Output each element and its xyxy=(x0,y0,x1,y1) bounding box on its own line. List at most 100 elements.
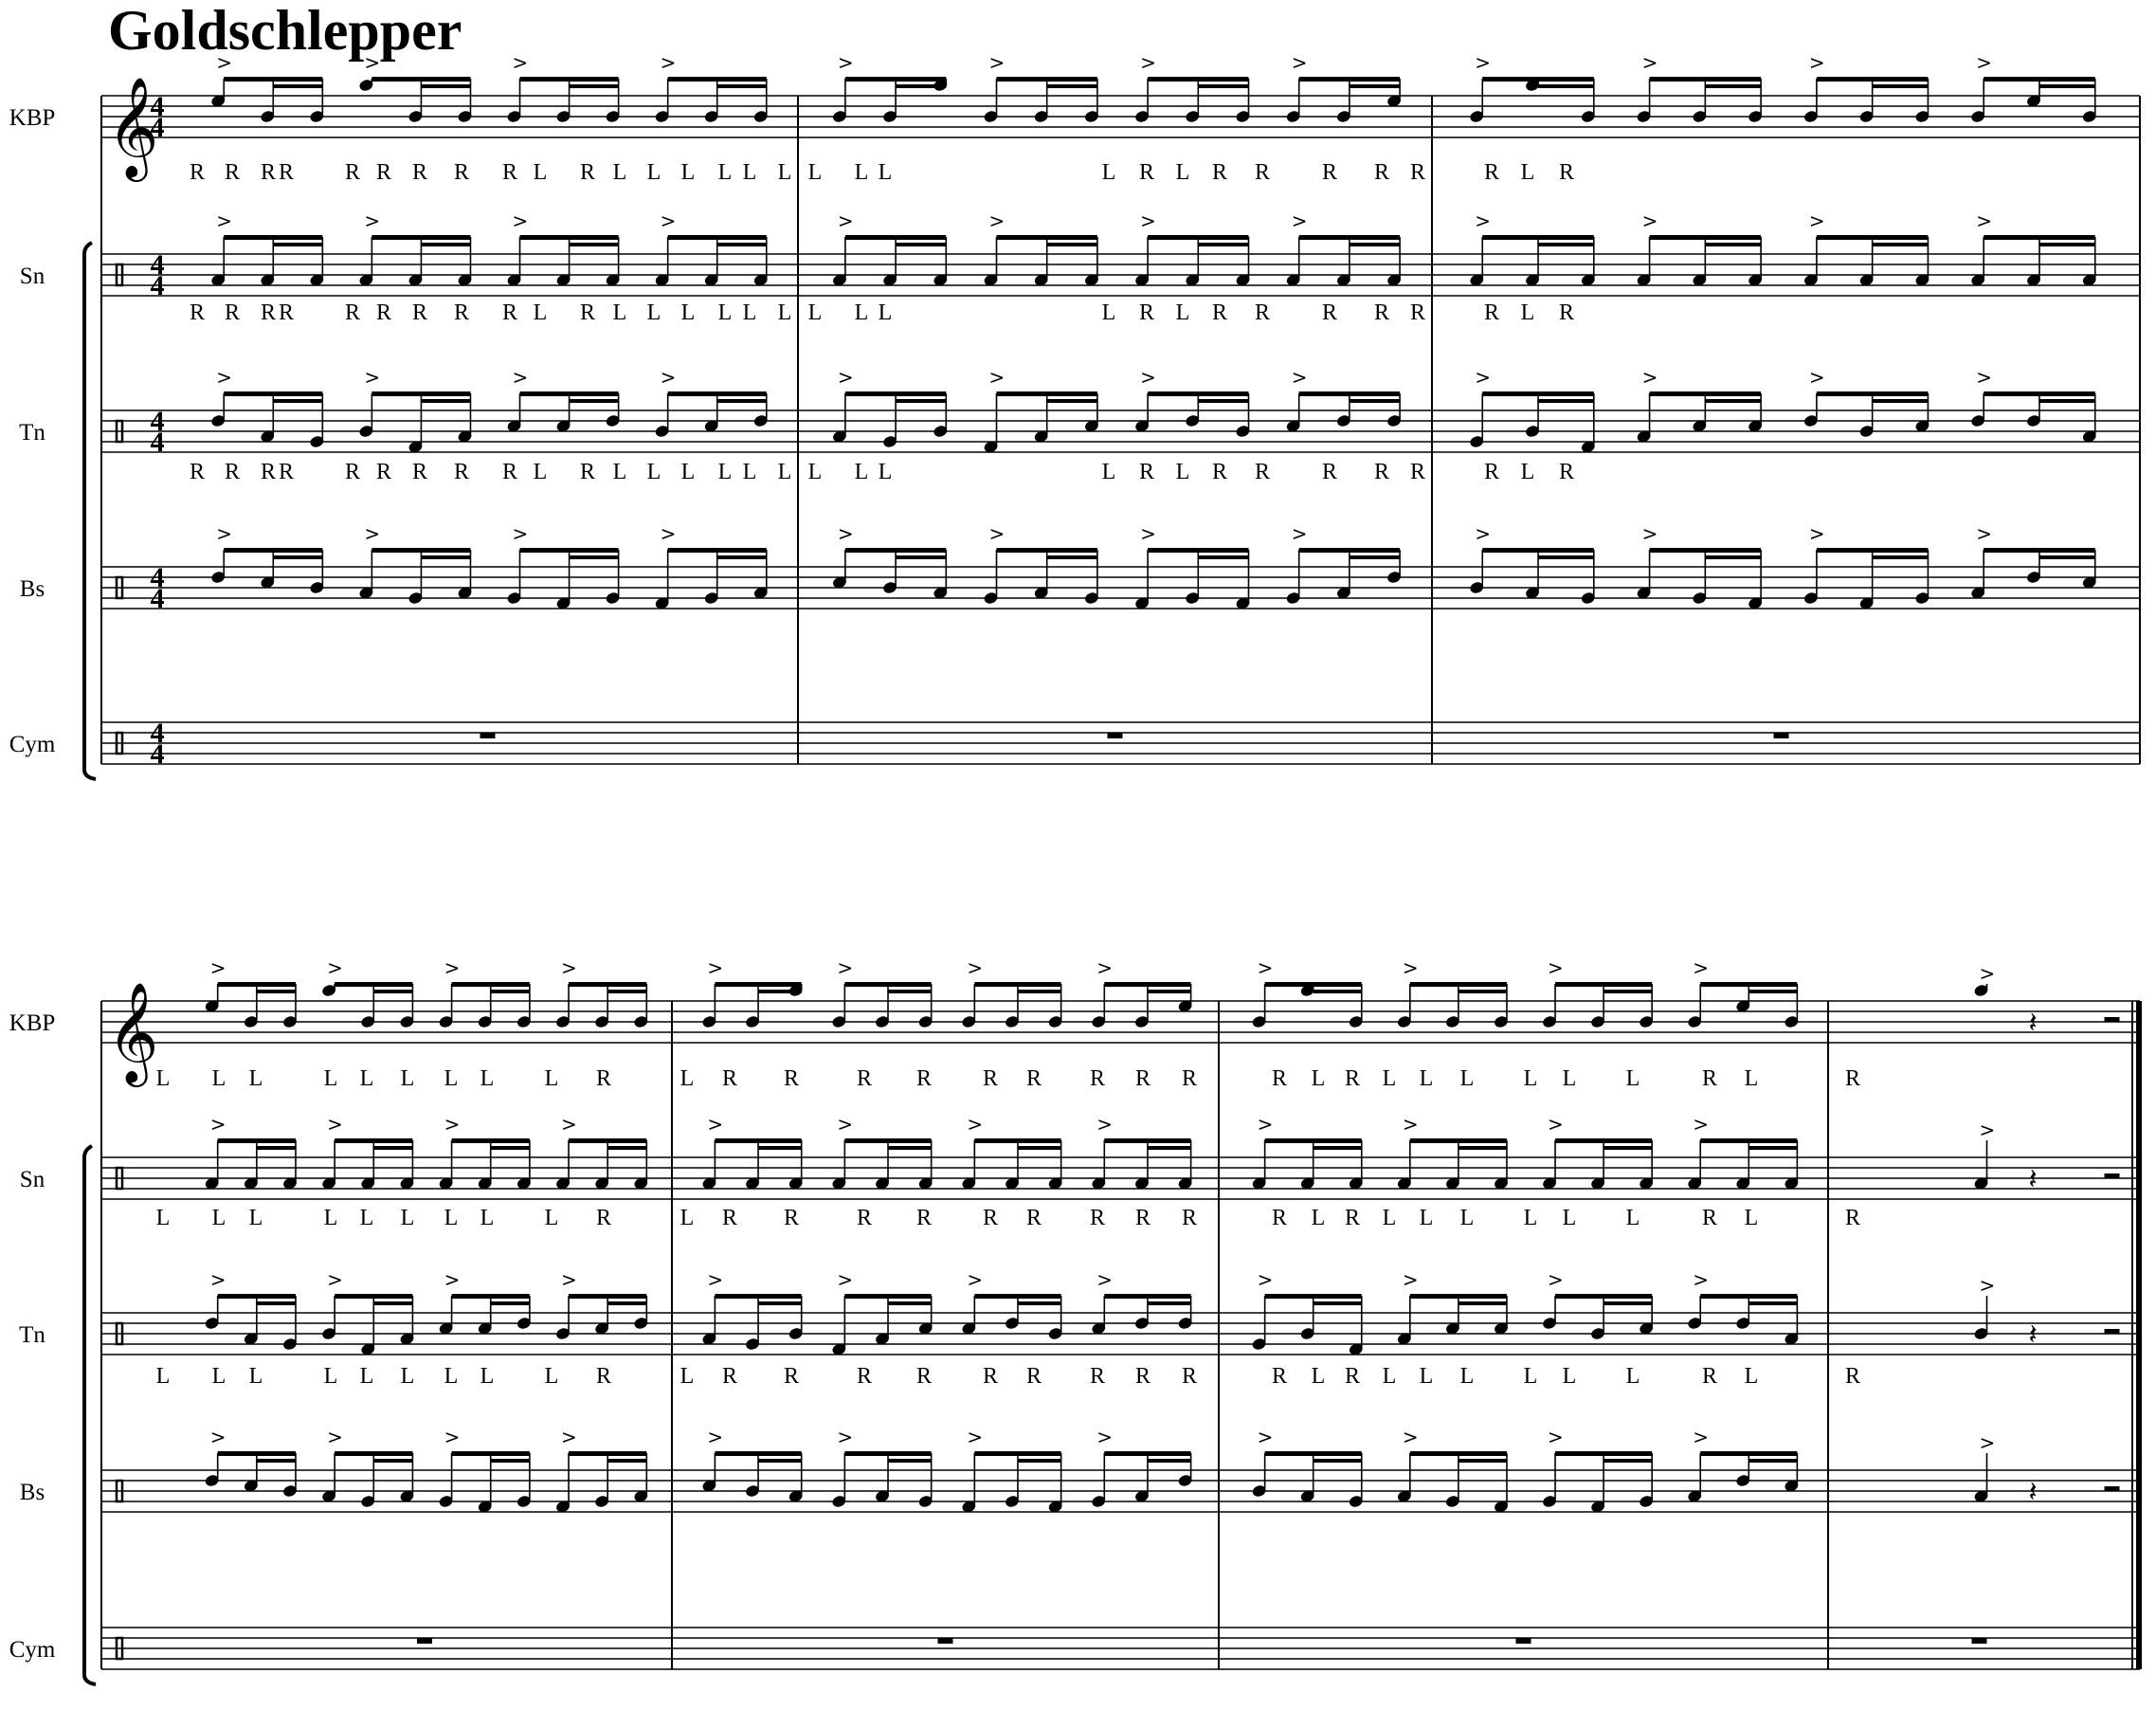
sticking-letter: L xyxy=(808,460,823,484)
instrument-label: Sn xyxy=(20,264,45,289)
beam-16th xyxy=(1748,1146,1798,1150)
sticking-letter: R xyxy=(1845,1364,1860,1389)
beam-16th xyxy=(273,399,323,403)
accent-mark: > xyxy=(1096,1268,1113,1291)
accent-mark: > xyxy=(364,522,380,545)
beam xyxy=(451,1138,530,1143)
sticking-letter: R xyxy=(1255,460,1270,484)
beam-16th xyxy=(1198,243,1249,246)
accent-mark: > xyxy=(216,51,232,74)
sticking-letter: L xyxy=(778,160,792,185)
sticking-letter: R xyxy=(1139,460,1154,484)
sticking-letter: R xyxy=(225,460,240,484)
beam-16th xyxy=(607,990,647,993)
sticking-letter: R xyxy=(502,160,517,185)
accent-mark: > xyxy=(1258,1426,1274,1448)
beam xyxy=(519,391,619,396)
whole-rest xyxy=(1773,733,1789,738)
accent-mark: > xyxy=(1642,366,1658,389)
sticking-letter: R xyxy=(580,300,595,325)
beam xyxy=(715,982,802,987)
sticking-letter: R xyxy=(1135,1364,1150,1389)
accent-mark: > xyxy=(1976,522,1992,545)
sticking-letter: L xyxy=(855,460,869,484)
beam-16th xyxy=(2038,84,2095,88)
sticking-letter: R xyxy=(190,160,205,185)
beam-16th xyxy=(1349,84,1401,88)
sticking-letter: L xyxy=(879,160,893,185)
beam-16th xyxy=(421,243,471,246)
accent-mark: > xyxy=(838,209,854,232)
beam xyxy=(1984,235,2095,240)
beam-16th xyxy=(1198,555,1249,559)
sticking-row-kbp: LLLLLLLLLRLRRRRRRRRRRLRLLLLLLRLR xyxy=(156,1066,1860,1091)
sticking-letter: L xyxy=(647,460,661,484)
beam-16th xyxy=(716,84,767,88)
beam-16th xyxy=(888,1146,932,1150)
sticking-letter: R xyxy=(784,1364,799,1389)
beam-16th xyxy=(256,1301,296,1305)
accent-mark: > xyxy=(210,1113,226,1136)
beam-16th xyxy=(1046,243,1097,246)
accent-mark: > xyxy=(210,1426,226,1448)
accent-mark: > xyxy=(513,366,529,389)
beam-16th xyxy=(716,243,767,246)
accent-mark: > xyxy=(1475,209,1491,232)
beam xyxy=(1264,1294,1362,1299)
beam-16th xyxy=(490,1301,530,1305)
beam xyxy=(1104,1294,1191,1299)
accent-mark: > xyxy=(989,51,1006,74)
beam xyxy=(996,235,1097,240)
beam xyxy=(1482,235,1594,240)
beam xyxy=(451,982,530,987)
beam-16th xyxy=(1046,84,1097,88)
sticking-letter: R xyxy=(261,160,276,185)
score-title: Goldschlepper xyxy=(108,0,462,62)
beam xyxy=(1409,982,1507,987)
sticking-letter: R xyxy=(1272,1364,1287,1389)
sticking-letter: R xyxy=(1026,1206,1042,1230)
sticking-letter: L xyxy=(1312,1364,1326,1389)
accent-mark: > xyxy=(444,1426,461,1448)
sticking-letter: L xyxy=(718,300,733,325)
sticking-letter: R xyxy=(1702,1066,1717,1091)
sticking-letter: L xyxy=(855,160,869,185)
staff-bs: Bs 44> > > > > > > > > > > > xyxy=(20,522,2140,614)
beam-16th xyxy=(1147,1301,1191,1305)
beam xyxy=(217,1294,296,1299)
sticking-letter: R xyxy=(857,1206,872,1230)
beam-16th xyxy=(273,243,323,246)
beam-16th xyxy=(569,84,619,88)
beam xyxy=(371,77,471,82)
beam-16th xyxy=(2038,555,2095,559)
sticking-letter: L xyxy=(360,1206,374,1230)
beam-16th xyxy=(1349,243,1401,246)
sticking-letter: R xyxy=(1139,300,1154,325)
beam xyxy=(1148,391,1249,396)
sticking-letter: R xyxy=(279,300,294,325)
beam-16th xyxy=(569,555,619,559)
accent-mark: > xyxy=(327,956,343,979)
accent-mark: > xyxy=(513,51,529,74)
staff-tn: Tn > > > > > > > > > > > > 𝄽 > xyxy=(19,1268,2140,1355)
beam xyxy=(1409,1138,1507,1143)
beam-16th xyxy=(1748,1301,1798,1305)
beam xyxy=(844,548,947,553)
beam xyxy=(844,1451,932,1456)
sticking-letter: R xyxy=(261,460,276,484)
sticking-letter: L xyxy=(1383,1206,1397,1230)
time-signature-denominator: 4 xyxy=(151,112,165,143)
beam-16th xyxy=(1313,990,1362,993)
sticking-letter: L xyxy=(1102,300,1116,325)
beam-16th xyxy=(490,990,530,993)
beam xyxy=(667,77,767,82)
sticking-letter: L xyxy=(808,300,823,325)
beam-16th xyxy=(1705,243,1762,246)
beam-16th xyxy=(2038,243,2095,246)
beam-16th xyxy=(256,1146,296,1150)
beam-16th xyxy=(421,555,471,559)
sticking-letter: L xyxy=(1460,1066,1475,1091)
accent-mark: > xyxy=(1693,1268,1709,1291)
sticking-letter: R xyxy=(1484,460,1499,484)
sticking-letter: R xyxy=(596,1364,611,1389)
